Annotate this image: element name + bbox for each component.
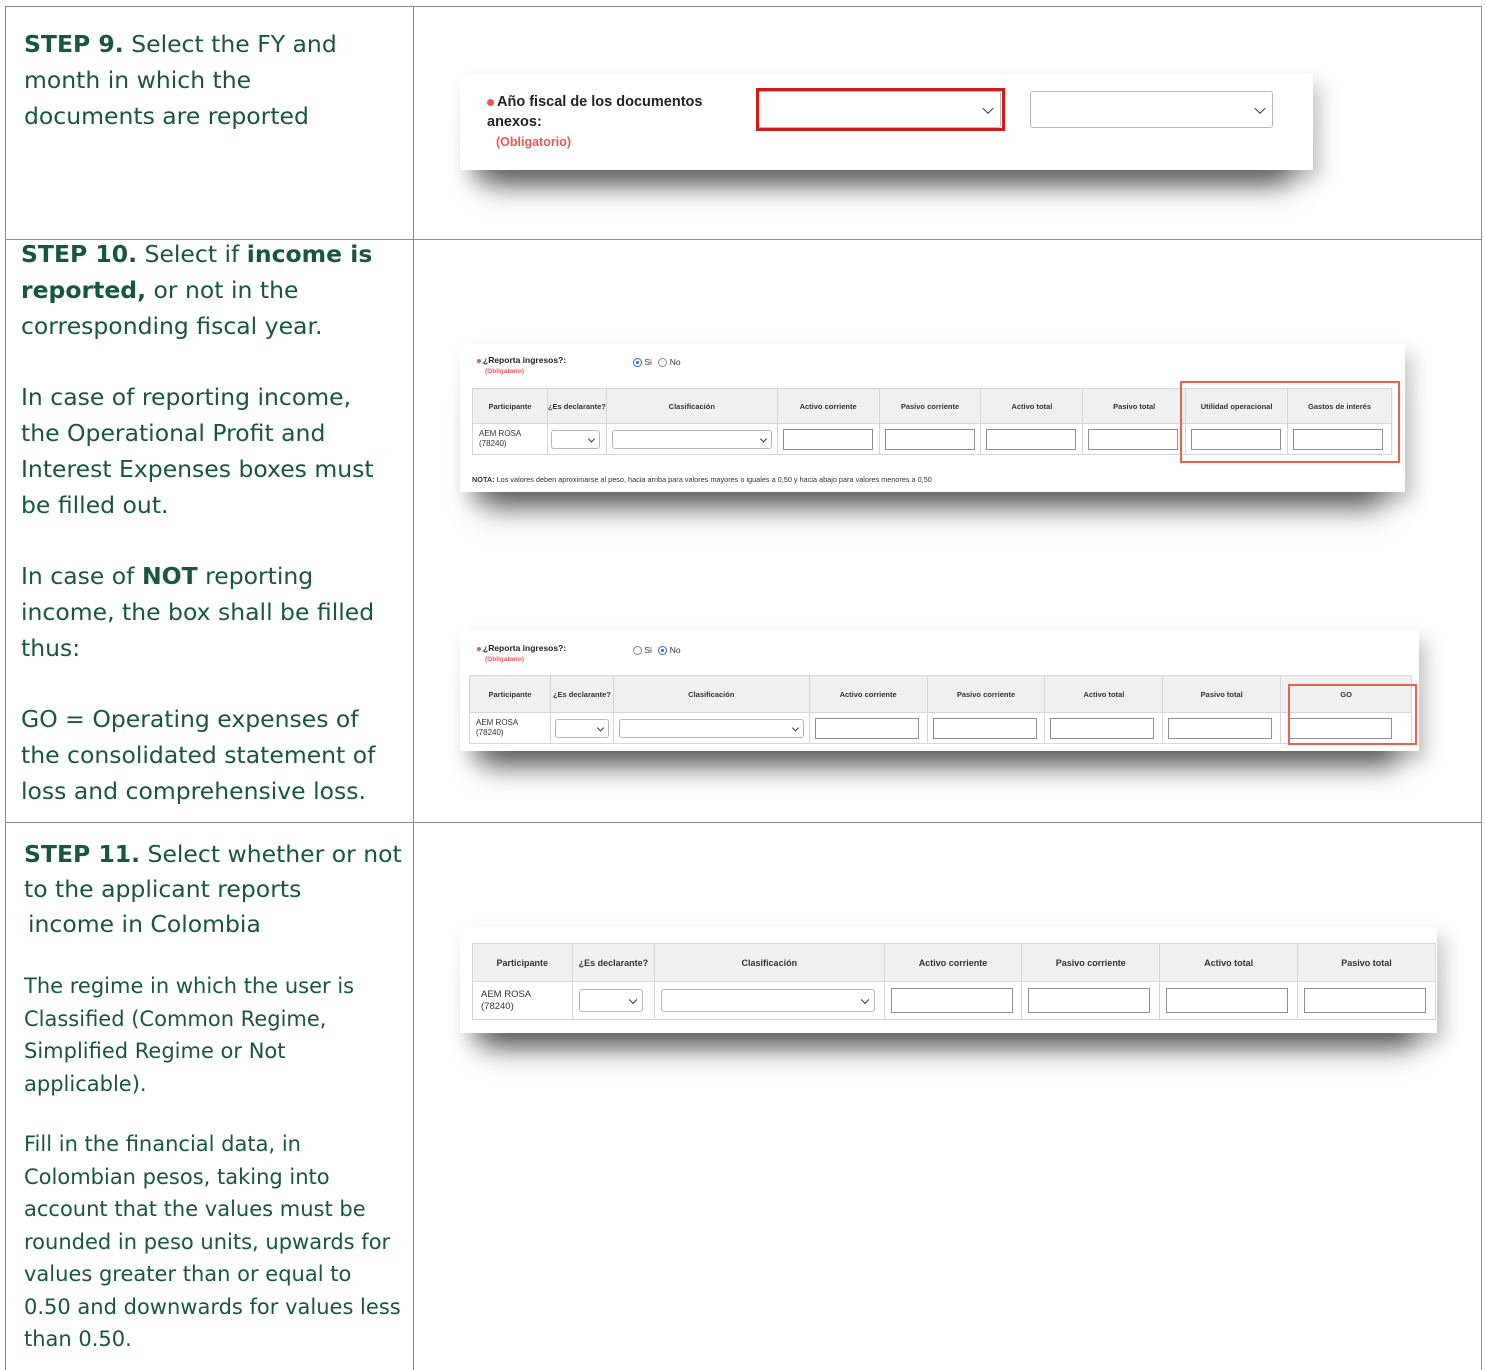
- col-header: Participante: [472, 388, 548, 424]
- step11-para1: STEP 11. Select whether or not to the ap…: [24, 840, 402, 938]
- col-header: Participante: [469, 675, 551, 713]
- chevron-down-icon: [596, 723, 604, 732]
- table-column-divider: [413, 6, 414, 1370]
- participant-cell: AEM ROSA (78240): [472, 981, 573, 1020]
- pasivo-corriente-input[interactable]: [932, 718, 1037, 739]
- col-header: Activo corriente: [776, 388, 880, 424]
- financial-table: Participante ¿Es declarante? Clasificaci…: [469, 675, 1412, 744]
- step10-label: STEP 10.: [21, 240, 138, 268]
- step11-label: STEP 11.: [24, 840, 141, 868]
- col-header: Activo total: [1044, 675, 1164, 713]
- activo-corriente-input[interactable]: [782, 429, 873, 450]
- required-hint: (Obligatorio): [485, 368, 524, 375]
- radio-no[interactable]: [658, 358, 668, 368]
- step10-instruction: STEP 10. Select if income is reported, o…: [21, 236, 391, 809]
- highlight-box: [1180, 381, 1400, 463]
- table-border-right: [1481, 6, 1482, 1370]
- col-header: ¿Es declarante?: [546, 388, 607, 424]
- step11-screenshot: Participante ¿Es declarante? Clasificaci…: [460, 927, 1437, 1033]
- col-header: Pasivo corriente: [926, 675, 1046, 713]
- clasificacion-select[interactable]: [618, 719, 804, 738]
- reporta-ingresos-label: ¿Reporta ingresos?:: [477, 643, 566, 653]
- income-radio-group: Si No: [633, 357, 681, 368]
- step10-para2: In case of reporting income, the Operati…: [21, 383, 374, 519]
- clasificacion-select[interactable]: [661, 989, 876, 1012]
- activo-corriente-input[interactable]: [890, 988, 1013, 1013]
- rounding-note: NOTA: Los valores deben aproximarse al p…: [472, 475, 932, 484]
- chevron-down-icon: [860, 995, 870, 1004]
- col-header: ¿Es declarante?: [549, 675, 614, 713]
- col-header: Activo corriente: [808, 675, 928, 713]
- required-dot-icon: [487, 98, 494, 106]
- col-header: ¿Es declarante?: [571, 943, 656, 982]
- table-row: AEM ROSA (78240): [472, 981, 1436, 1020]
- required-dot-icon: [477, 358, 481, 363]
- step9-instruction: STEP 9. Select the FY and month in which…: [24, 26, 354, 134]
- radio-si[interactable]: [633, 646, 642, 656]
- participant-cell: AEM ROSA (78240): [472, 423, 548, 455]
- pasivo-corriente-input[interactable]: [1028, 988, 1151, 1013]
- col-header: Clasificación: [612, 675, 810, 713]
- activo-total-input[interactable]: [1050, 718, 1155, 739]
- col-header: Clasificación: [605, 388, 778, 424]
- col-header: Activo corriente: [883, 943, 1023, 982]
- col-header: Pasivo total: [1297, 943, 1436, 982]
- col-header: Participante: [472, 943, 573, 982]
- radio-no[interactable]: [658, 646, 668, 656]
- required-dot-icon: [477, 646, 481, 651]
- highlight-box: [1288, 684, 1417, 745]
- step11-para3: Fill in the financial data, in Colombian…: [24, 1132, 401, 1351]
- pasivo-total-input[interactable]: [1168, 718, 1273, 739]
- table-row-divider: [5, 822, 1482, 823]
- month-select[interactable]: [1030, 91, 1273, 128]
- activo-total-input[interactable]: [1166, 988, 1289, 1013]
- declarante-select[interactable]: [550, 430, 600, 449]
- table-border-left: [5, 6, 6, 1370]
- chevron-down-icon: [791, 723, 799, 732]
- step10-para3: In case of NOT reporting income, the box…: [21, 562, 375, 662]
- activo-corriente-input[interactable]: [814, 718, 919, 739]
- chevron-down-icon: [628, 995, 637, 1004]
- financial-table: Participante ¿Es declarante? Clasificaci…: [472, 943, 1436, 1020]
- col-header: Pasivo total: [1162, 675, 1282, 713]
- instruction-document: STEP 9. Select the FY and month in which…: [0, 0, 1486, 1370]
- income-radio-group: Si No: [633, 645, 681, 656]
- table-row: AEM ROSA (78240): [469, 712, 1412, 744]
- reporta-ingresos-label: ¿Reporta ingresos?:: [477, 355, 566, 365]
- step9-label: STEP 9.: [24, 30, 124, 58]
- col-header: Pasivo total: [1082, 388, 1187, 424]
- step11-para2: The regime in which the user is Classifi…: [24, 974, 355, 1096]
- radio-si[interactable]: [633, 358, 642, 368]
- clasificacion-select[interactable]: [611, 430, 772, 449]
- participant-cell: AEM ROSA (78240): [469, 712, 551, 744]
- col-header: Activo total: [980, 388, 1084, 424]
- col-header: Pasivo corriente: [1021, 943, 1161, 982]
- col-header: Pasivo corriente: [878, 388, 982, 424]
- step10-screenshot-income-no: ¿Reporta ingresos?: (Obligatorio) Si No …: [460, 630, 1419, 751]
- pasivo-total-input[interactable]: [1304, 988, 1427, 1013]
- highlight-box: [756, 88, 1005, 131]
- step10-para1: STEP 10. Select if income is reported, o…: [21, 240, 373, 340]
- col-header: Activo total: [1159, 943, 1299, 982]
- chevron-down-icon: [759, 434, 767, 443]
- pasivo-total-input[interactable]: [1088, 429, 1179, 450]
- table-border-top: [5, 6, 1482, 7]
- step11-instruction: STEP 11. Select whether or not to the ap…: [24, 837, 404, 1356]
- required-hint: (Obligatorio): [485, 656, 524, 663]
- activo-total-input[interactable]: [986, 429, 1077, 450]
- pasivo-corriente-input[interactable]: [884, 429, 975, 450]
- required-hint: (Obligatorio): [496, 135, 571, 149]
- declarante-select[interactable]: [578, 989, 643, 1012]
- chevron-down-icon: [1254, 102, 1266, 114]
- chevron-down-icon: [587, 434, 595, 443]
- col-header: Clasificación: [654, 943, 885, 982]
- step10-para4: GO = Operating expenses of the consolida…: [21, 705, 376, 805]
- declarante-select[interactable]: [554, 719, 609, 738]
- fiscal-year-label: Año fiscal de los documentos anexos:: [487, 94, 703, 130]
